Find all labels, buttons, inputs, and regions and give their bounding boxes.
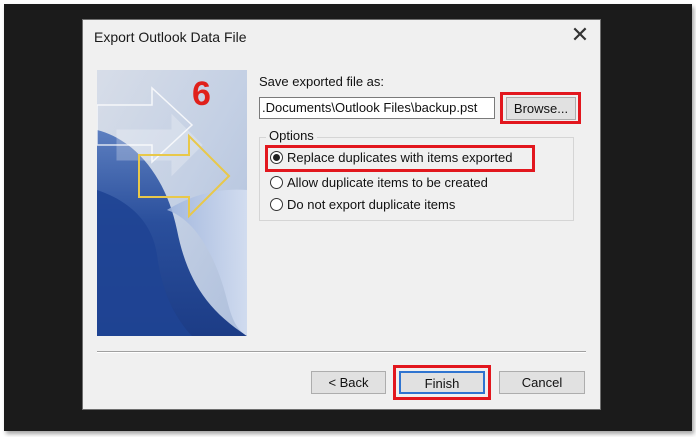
radio-label: Allow duplicate items to be created	[287, 175, 488, 190]
title-bar: Export Outlook Data File ✕	[83, 20, 600, 54]
finish-highlight	[393, 365, 491, 400]
options-title: Options	[266, 128, 317, 143]
step-number: 6	[192, 75, 211, 113]
dialog-title: Export Outlook Data File	[94, 29, 247, 45]
wizard-artwork	[97, 70, 247, 336]
back-button[interactable]: < Back	[311, 371, 386, 394]
radio-button[interactable]	[270, 176, 283, 189]
browse-highlight	[500, 92, 581, 124]
close-icon[interactable]: ✕	[569, 25, 591, 47]
export-dialog: Export Outlook Data File ✕ 6 Save export…	[82, 19, 601, 410]
cancel-button[interactable]: Cancel	[499, 371, 585, 394]
radio-button[interactable]	[270, 198, 283, 211]
wizard-artwork-graphic	[97, 70, 247, 336]
save-as-label: Save exported file as:	[259, 74, 385, 89]
button-separator	[97, 351, 586, 353]
replace-highlight	[265, 145, 535, 172]
radio-label: Do not export duplicate items	[287, 197, 456, 212]
file-path-input[interactable]: .Documents\Outlook Files\backup.pst	[259, 97, 495, 119]
